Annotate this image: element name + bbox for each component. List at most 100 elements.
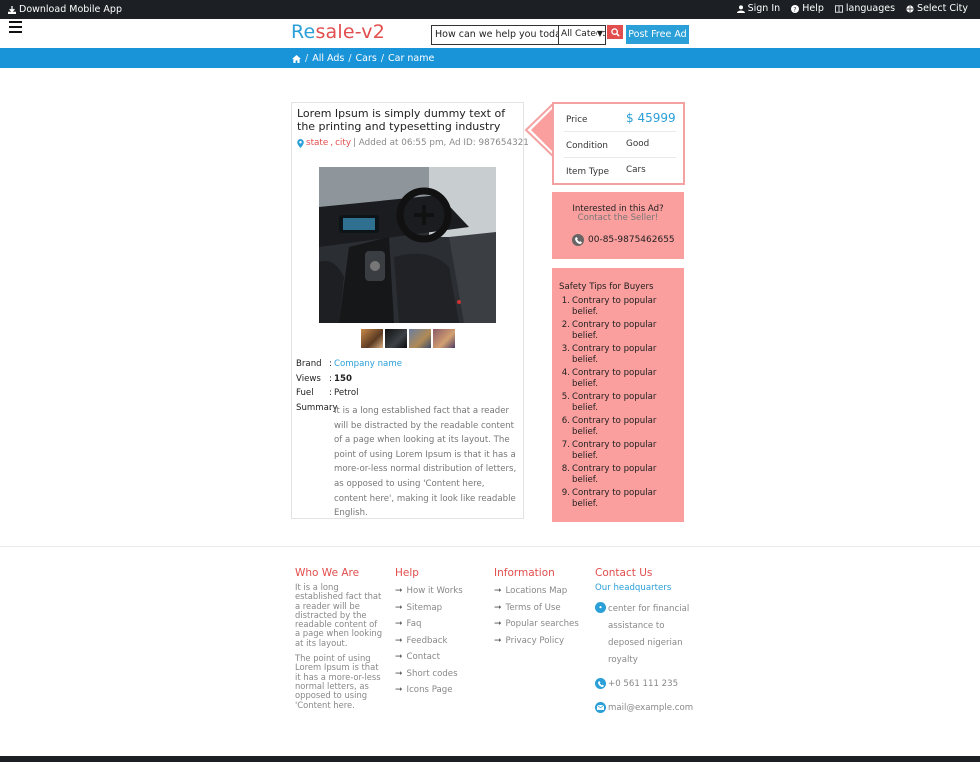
- home-icon[interactable]: [292, 54, 301, 63]
- footer-headquarters-label: Our headquarters: [595, 583, 672, 593]
- category-select[interactable]: All Categories ▼: [558, 25, 606, 45]
- map-marker-icon: [297, 138, 304, 148]
- spec-fuel-label: Fuel: [296, 388, 314, 398]
- spec-brand-value[interactable]: Company name: [334, 359, 402, 369]
- post-free-ad-button[interactable]: Post Free Ad: [626, 25, 689, 44]
- site-logo[interactable]: Resale-v2: [291, 21, 385, 43]
- condition-label: Condition: [566, 141, 608, 151]
- footer-link-icons-page[interactable]: ➞ Icons Page: [395, 682, 463, 699]
- spec-views-label: Views: [296, 373, 321, 384]
- breadcrumb: / All Ads / Cars / Car name: [292, 53, 434, 64]
- arrow-right-icon: ➞: [494, 635, 502, 646]
- arrow-right-icon: ➞: [494, 586, 502, 597]
- dropdown-arrow-icon: ▼: [596, 29, 603, 38]
- bottom-bar: [0, 756, 980, 762]
- price-value: $ 45999: [626, 111, 676, 125]
- footer-link-how-it-works[interactable]: ➞ How it Works: [395, 583, 463, 600]
- arrow-right-icon: ➞: [494, 619, 502, 630]
- search-icon: [610, 27, 620, 37]
- arrow-right-icon: ➞: [395, 602, 403, 613]
- site-header: Resale-v2 How can we help you today? All…: [0, 19, 980, 48]
- sign-in-label: Sign In: [747, 3, 781, 14]
- footer-who-text-1: It is a long established fact that a rea…: [295, 582, 383, 648]
- footer-phone[interactable]: +0 561 111 235: [595, 678, 693, 689]
- contact-subheading: Contact the Seller!: [577, 213, 659, 223]
- arrow-right-icon: ➞: [395, 652, 403, 663]
- download-icon: [8, 5, 16, 14]
- car-interior-photo[interactable]: [319, 167, 496, 323]
- price-row: Price $ 45999: [564, 106, 676, 132]
- footer-divider: [0, 546, 980, 547]
- arrow-right-icon: ➞: [494, 602, 502, 613]
- footer-email[interactable]: mail@example.com: [595, 702, 693, 713]
- breadcrumb-bar: / All Ads / Cars / Car name: [0, 48, 980, 68]
- footer-link-faq[interactable]: ➞ Faq: [395, 616, 463, 633]
- footer-link-contact[interactable]: ➞ Contact: [395, 649, 463, 666]
- price-box: Price $ 45999 Condition Good Item Type C…: [552, 102, 685, 185]
- footer-contact-title: Contact Us: [595, 567, 653, 579]
- footer-phone-text: +0 561 111 235: [608, 678, 679, 689]
- list-item: 1. Contrary to popular belief.: [561, 296, 657, 318]
- item-type-row: Item Type Cars: [564, 158, 676, 184]
- footer-link-popular-searches[interactable]: ➞ Popular searches: [494, 616, 579, 633]
- list-item: 9. Contrary to popular belief.: [561, 487, 657, 510]
- ad-location-meta: state, city | Added at 06:55 pm, Ad ID: …: [297, 138, 529, 148]
- top-bar: Download Mobile App Sign In ? Help langu…: [0, 0, 980, 19]
- footer-link-terms[interactable]: ➞ Terms of Use: [494, 600, 579, 617]
- seller-phone[interactable]: 00-85-9875462655: [572, 234, 675, 246]
- ad-meta: | Added at 06:55 pm, Ad ID: 987654321: [353, 138, 529, 148]
- download-app-link[interactable]: Download Mobile App: [8, 4, 122, 15]
- arrow-right-icon: ➞: [395, 635, 403, 646]
- photo-thumbnails: [361, 329, 455, 348]
- list-item: 2. Contrary to popular belief.: [561, 319, 657, 342]
- help-link[interactable]: ? Help: [791, 3, 824, 14]
- footer-link-feedback[interactable]: ➞ Feedback: [395, 633, 463, 650]
- languages-label: languages: [845, 3, 896, 14]
- list-item: 4. Contrary to popular belief.: [561, 367, 657, 390]
- thumbnail-4[interactable]: [433, 329, 455, 348]
- list-item: 3. Contrary to popular belief.: [561, 343, 657, 366]
- search-input[interactable]: How can we help you today?: [431, 25, 559, 45]
- footer-link-sitemap[interactable]: ➞ Sitemap: [395, 600, 463, 617]
- safety-tips-list: 1. Contrary to popular belief. 2. Contrary…: [560, 296, 678, 512]
- list-item: 5. Contrary to popular belief.: [561, 391, 657, 414]
- arrow-right-icon: ➞: [395, 586, 403, 597]
- footer-help: Help ➞ How it Works ➞ Sitemap ➞ Faq ➞ Feedba…: [395, 567, 463, 699]
- footer-info-title: Information: [494, 567, 555, 579]
- footer-link-locations-map[interactable]: ➞ Locations Map: [494, 583, 579, 600]
- location-state-link[interactable]: state: [306, 138, 328, 148]
- footer-contact-us: Contact Us Our headquarters center for f…: [595, 567, 693, 713]
- seller-phone-number: 00-85-9875462655: [588, 235, 675, 245]
- safety-tips-title: Safety Tips for Buyers: [559, 282, 654, 292]
- breadcrumb-all-ads[interactable]: All Ads: [312, 53, 344, 64]
- footer-link-short-codes[interactable]: ➞ Short codes: [395, 666, 463, 683]
- footer-information: Information ➞ Locations Map ➞ Terms of Use…: [494, 567, 579, 649]
- breadcrumb-cars[interactable]: Cars: [356, 53, 377, 64]
- footer-email-text: mail@example.com: [608, 702, 694, 713]
- location-city-link[interactable]: city: [335, 138, 351, 148]
- thumbnail-3[interactable]: [409, 329, 431, 348]
- languages-link[interactable]: languages: [834, 3, 896, 14]
- price-pointer-shape: [524, 102, 554, 158]
- list-item: 7. Contrary to popular belief.: [561, 439, 657, 462]
- list-item: 8. Contrary to popular belief.: [561, 463, 657, 486]
- footer-help-title: Help: [395, 567, 419, 579]
- contact-seller-box: Interested in this Ad? Contact the Selle…: [552, 192, 684, 259]
- breadcrumb-car-name: Car name: [388, 53, 435, 64]
- condition-row: Condition Good: [564, 132, 676, 158]
- ad-title: Lorem Ipsum is simply dummy text of the …: [297, 107, 506, 133]
- map-marker-icon: [595, 602, 606, 613]
- thumbnail-2[interactable]: [385, 329, 407, 348]
- sign-in-link[interactable]: Sign In: [736, 3, 781, 14]
- arrow-right-icon: ➞: [395, 668, 403, 679]
- price-label: Price: [566, 115, 588, 125]
- search-button[interactable]: [607, 25, 623, 39]
- thumbnail-1[interactable]: [361, 329, 383, 348]
- menu-icon[interactable]: [9, 21, 22, 33]
- footer-who-title: Who We Are: [295, 567, 360, 579]
- footer-link-privacy[interactable]: ➞ Privacy Policy: [494, 633, 579, 650]
- ad-summary-text: It is a long established fact that a rea…: [334, 406, 517, 519]
- user-icon: [736, 4, 745, 13]
- select-city-link[interactable]: Select City: [906, 3, 968, 14]
- spec-fuel-value: Petrol: [334, 388, 359, 398]
